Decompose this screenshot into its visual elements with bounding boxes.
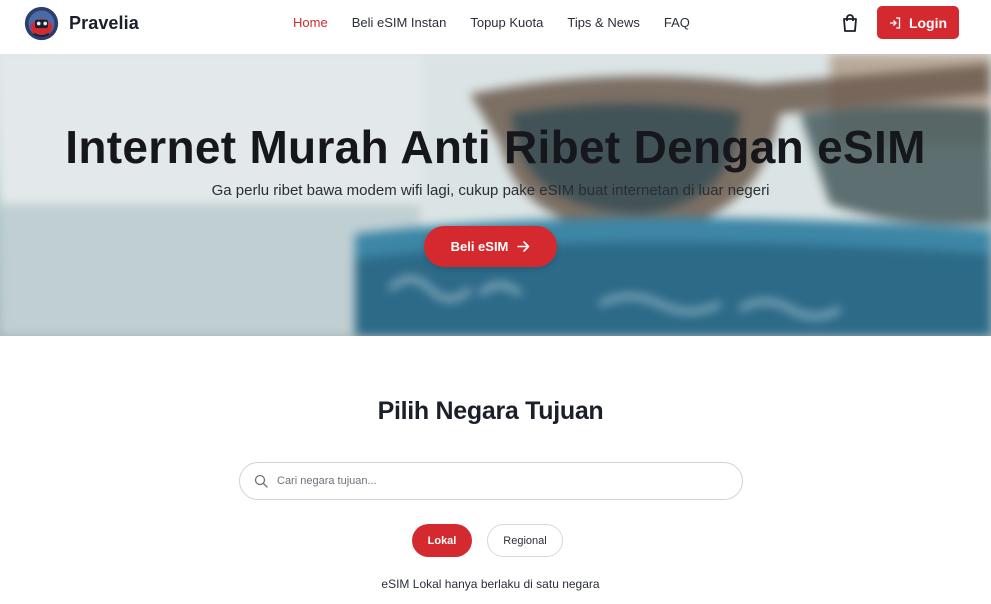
nav-link-home[interactable]: Home (293, 16, 328, 30)
esim-scope-note: eSIM Lokal hanya berlaku di satu negara (381, 577, 600, 591)
brand-logo-icon (24, 6, 59, 41)
login-label: Login (908, 14, 948, 31)
main-nav: Home Beli eSIM Instan Topup Kuota Tips &… (293, 16, 714, 30)
hero-banner: Internet Murah Anti Ribet Dengan eSIM Ga… (0, 54, 991, 336)
nav-link-beli-esim-instan[interactable]: Beli eSIM Instan (352, 16, 447, 30)
brand-name: Pravelia (69, 13, 139, 33)
nav-link-topup-kuota[interactable]: Topup Kuota (470, 16, 543, 30)
buy-esim-label: Beli eSIM (450, 239, 509, 254)
buy-esim-button[interactable]: Beli eSIM (424, 226, 557, 267)
tab-regional[interactable]: Regional (487, 524, 563, 557)
search-icon (254, 474, 268, 488)
nav-link-faq[interactable]: FAQ (664, 16, 690, 30)
login-button[interactable]: Login (877, 6, 959, 39)
navbar: Pravelia Home Beli eSIM Instan Topup Kuo… (0, 0, 991, 54)
tab-lokal[interactable]: Lokal (412, 524, 472, 557)
nav-link-tips-news[interactable]: Tips & News (567, 16, 639, 30)
hero-subtitle: Ga perlu ribet bawa modem wifi lagi, cuk… (211, 182, 770, 199)
hero-title: Internet Murah Anti Ribet Dengan eSIM (65, 121, 926, 173)
country-search-box[interactable] (239, 462, 743, 500)
arrow-right-icon (517, 241, 530, 252)
login-arrow-icon (889, 16, 901, 29)
shopping-bag-icon[interactable] (842, 14, 858, 32)
country-search-input[interactable] (277, 475, 717, 487)
brand[interactable]: Pravelia (23, 5, 139, 42)
section-title: Pilih Negara Tujuan (377, 397, 604, 425)
